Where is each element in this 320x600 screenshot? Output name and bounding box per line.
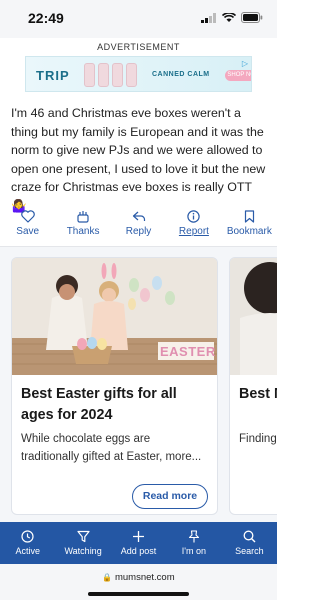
clock-time: 22:49	[28, 10, 64, 26]
tab-add-post[interactable]: Add post	[111, 522, 166, 564]
article-carousel[interactable]: EASTER Best Easter gifts for all ages fo…	[0, 247, 277, 522]
read-more-button[interactable]: Read more	[132, 484, 208, 509]
thanks-label: Thanks	[66, 226, 100, 237]
report-link[interactable]: Report	[166, 206, 221, 246]
tab-search-label: Search	[235, 546, 264, 556]
bottom-tab-bar: Active Watching Add post I'm on Search	[0, 522, 277, 564]
article-summary: While chocolate eggs are traditionally g…	[21, 433, 202, 463]
ad-tagline: CANNED CALM	[152, 71, 210, 78]
heart-icon	[20, 210, 35, 223]
article-image: EASTER	[12, 258, 217, 375]
article-summary: Finding can be a	[239, 433, 277, 445]
article-card[interactable]: EASTER Best Easter gifts for all ages fo…	[11, 257, 218, 515]
ad-brand: TRIP	[36, 68, 70, 83]
wifi-icon	[222, 12, 236, 22]
report-label: Report	[178, 226, 209, 237]
post-body: I'm 46 and Christmas eve boxes weren't a…	[11, 106, 266, 213]
tab-active-label: Active	[15, 546, 40, 556]
reply-icon	[132, 211, 145, 221]
filter-icon	[77, 530, 90, 543]
bookmark-label: Bookmark	[226, 226, 272, 237]
thanks-icon	[77, 211, 89, 223]
browser-url-bar[interactable]: 🔒 mumsnet.com	[0, 564, 277, 600]
adchoices-icon[interactable]: ▷	[242, 59, 248, 68]
pin-icon	[188, 530, 199, 543]
clock-icon	[21, 530, 34, 543]
save-button[interactable]: Save	[0, 206, 55, 246]
url-display[interactable]: 🔒 mumsnet.com	[0, 572, 277, 583]
post-actions: Save Thanks Reply Report Bookmark	[0, 206, 277, 246]
advertisement-label: ADVERTISEMENT	[97, 42, 180, 52]
url-text: mumsnet.com	[114, 572, 175, 583]
tab-active[interactable]: Active	[0, 522, 55, 564]
reply-button[interactable]: Reply	[111, 206, 166, 246]
article-title[interactable]: Best M 2023,	[239, 384, 277, 405]
ad-cta-button[interactable]: SHOP NOW	[225, 70, 251, 81]
tab-im-on[interactable]: I'm on	[166, 522, 221, 564]
status-bar: 22:49	[0, 0, 277, 38]
signal-icon	[201, 12, 216, 23]
save-label: Save	[16, 226, 40, 237]
thanks-button[interactable]: Thanks	[55, 206, 110, 246]
article-title[interactable]: Best Easter gifts for all ages for 2024	[21, 384, 211, 426]
tab-add-post-label: Add post	[120, 546, 157, 556]
search-icon	[243, 530, 256, 543]
lock-icon: 🔒	[102, 573, 113, 582]
home-indicator[interactable]	[88, 592, 189, 596]
tab-watching-label: Watching	[64, 546, 102, 556]
tab-im-on-label: I'm on	[181, 546, 207, 556]
article-image	[230, 258, 277, 375]
bookmark-icon	[244, 210, 254, 223]
tab-watching[interactable]: Watching	[55, 522, 110, 564]
plus-icon	[133, 531, 145, 542]
bookmark-button[interactable]: Bookmark	[222, 206, 277, 246]
battery-icon	[241, 12, 263, 23]
status-icons	[201, 12, 263, 23]
info-icon	[187, 210, 201, 223]
ad-banner[interactable]: TRIP CANNED CALM SHOP NOW ▷	[25, 56, 252, 92]
ad-product-image	[84, 63, 137, 87]
easter-sign-text: EASTER	[160, 344, 216, 359]
tab-search[interactable]: Search	[222, 522, 277, 564]
reply-label: Reply	[125, 226, 152, 237]
article-card[interactable]: Best M 2023, Finding can be a	[229, 257, 277, 515]
